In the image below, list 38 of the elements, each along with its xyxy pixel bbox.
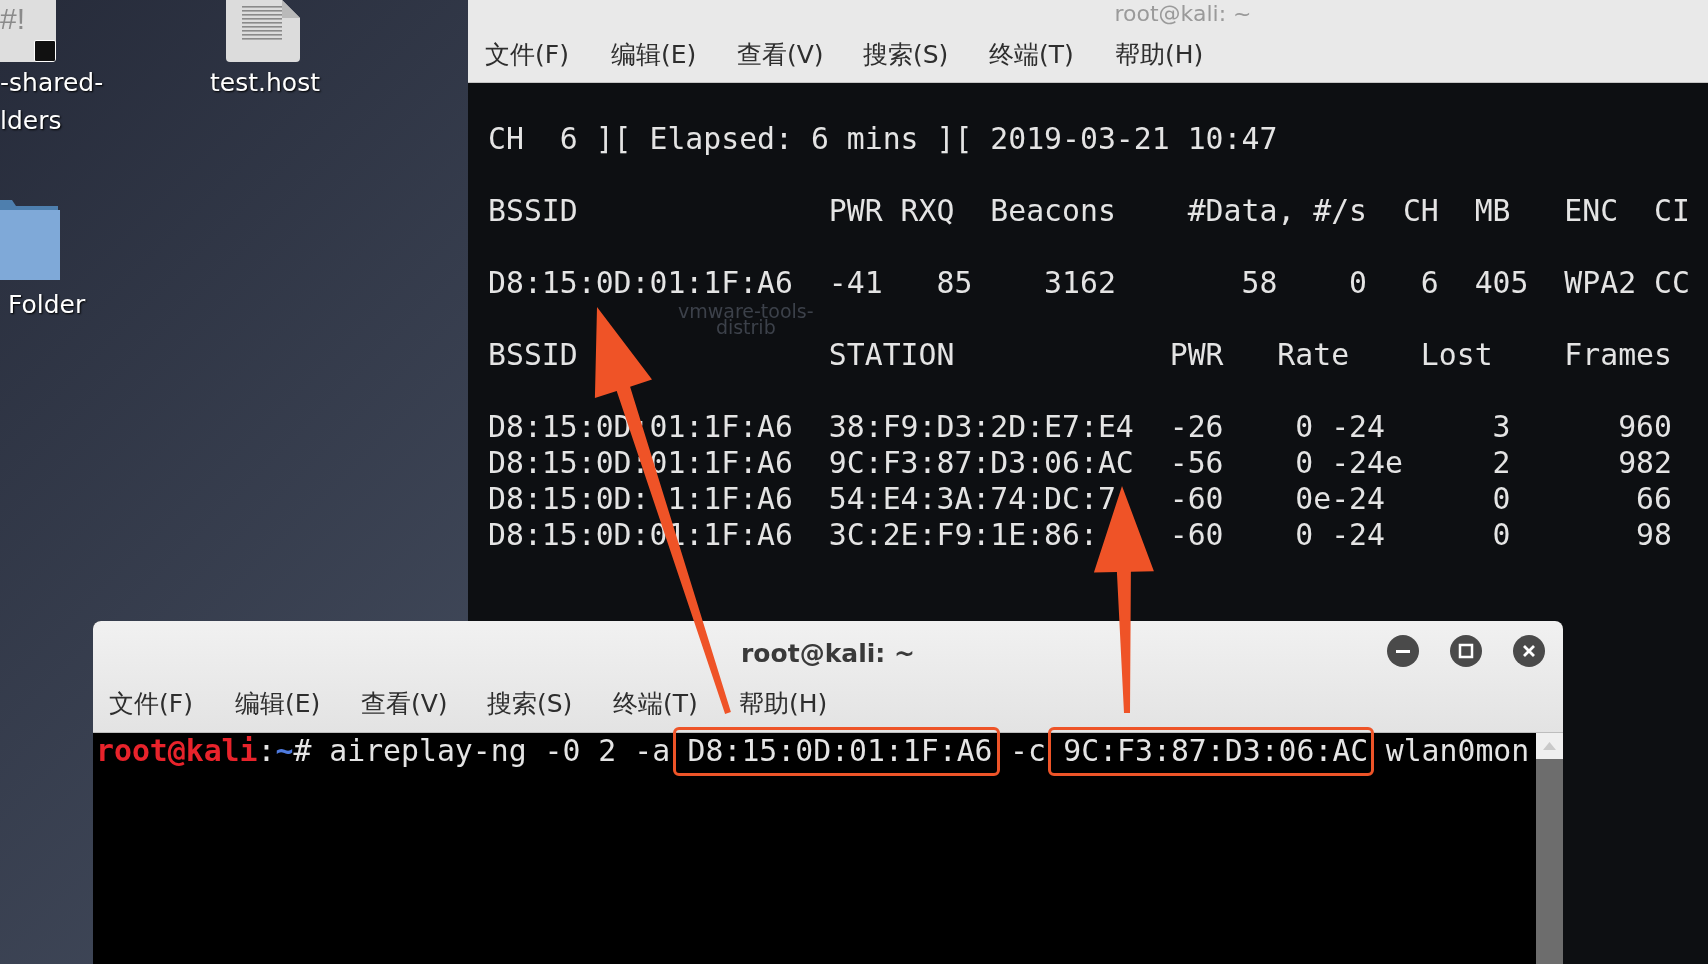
- folder-icon[interactable]: [0, 200, 60, 280]
- text-file-icon[interactable]: [226, 0, 300, 62]
- command-text: wlan0mon: [1384, 733, 1530, 769]
- menu-item[interactable]: 编辑(E): [611, 38, 737, 72]
- terminal-line: CH 6 ][ Elapsed: 6 mins ][ 2019-03-21 10:47: [488, 121, 1278, 157]
- minimize-icon[interactable]: [1387, 635, 1419, 667]
- desktop-icon-label: vmware-tools-: [678, 303, 814, 319]
- menu-item[interactable]: 帮助(H): [739, 687, 865, 721]
- highlighted-argument: D8:15:0D:01:1F:A6: [672, 726, 1000, 776]
- menu-item[interactable]: 编辑(E): [235, 687, 361, 721]
- menu-item[interactable]: 文件(F): [109, 687, 235, 721]
- menu-item[interactable]: 终端(T): [989, 38, 1115, 72]
- script-glyph: #!: [0, 2, 26, 36]
- terminal-line: D8:15:0D:01:1F:A6 -41 85 3162 58 0 6 405 WPA2 CC: [488, 265, 1690, 301]
- maximize-icon[interactable]: [1450, 635, 1482, 667]
- menu-item[interactable]: 文件(F): [485, 38, 611, 72]
- desktop-icon-label: distrib: [715, 319, 776, 335]
- window-title: root@kali: ~: [741, 638, 915, 671]
- desktop-icon-label: test.host: [210, 67, 320, 99]
- terminal-line: BSSID STATION PWR Rate Lost Frames: [488, 337, 1672, 373]
- menu-item[interactable]: 查看(V): [361, 687, 487, 721]
- menu-item[interactable]: 查看(V): [737, 38, 863, 72]
- terminal-line: D8:15:0D: 1:1F:A6 54:E4:3A:74:DC:7 -60 0e-24 0 66: [488, 481, 1672, 517]
- scrollbar[interactable]: [1536, 733, 1563, 964]
- highlighted-argument: 9C:F3:87:D3:06:AC: [1048, 726, 1375, 776]
- command-text: -c: [1008, 733, 1047, 769]
- terminal-line: BSSID PWR RXQ Beacons #Data, #/s CH MB ENC CI: [488, 193, 1690, 229]
- close-icon[interactable]: [1513, 635, 1545, 667]
- menu-item[interactable]: 帮助(H): [1115, 38, 1241, 72]
- desktop-icon-label: -shared-: [0, 67, 104, 99]
- menu-item[interactable]: 搜索(S): [863, 38, 989, 72]
- desktop-icon-label: Folder: [7, 289, 86, 321]
- command-text: aireplay-ng -0 2 -a: [328, 733, 672, 769]
- window-title: root@kali: ~: [1114, 1, 1252, 28]
- menu-item[interactable]: 终端(T): [613, 687, 739, 721]
- menu-item[interactable]: 搜索(S): [487, 687, 613, 721]
- shell-prompt: root@kali:~#: [96, 733, 312, 769]
- desktop-icon-label: lders: [0, 105, 62, 137]
